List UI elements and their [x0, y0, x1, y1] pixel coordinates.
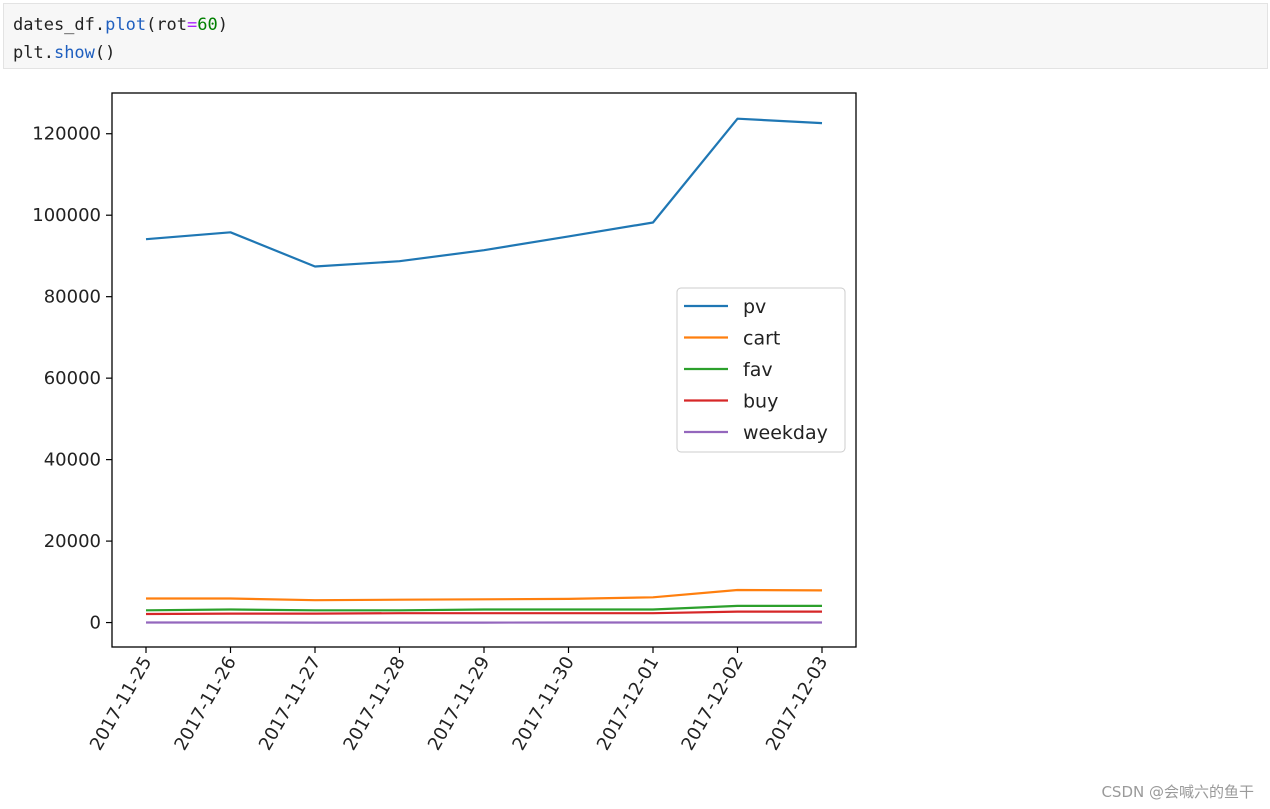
- x-tick-label: 2017-11-26: [170, 653, 240, 754]
- y-tick-label: 80000: [44, 287, 101, 308]
- code-token: show: [53, 43, 95, 63]
- code-token: plt.: [13, 43, 54, 63]
- y-tick-label: 120000: [32, 124, 101, 145]
- series-line-buy: [145, 610, 822, 616]
- code-line-show: plt.show(): [13, 39, 1267, 67]
- code-line-plot: dates_df.plot(rot=60): [13, 11, 1267, 39]
- code-token: (rot: [146, 15, 188, 35]
- line-chart: 0 20000 40000 60000 80000 100000 120000 2017-1…: [32, 92, 857, 754]
- x-tick-label: 2017-11-30: [508, 653, 578, 754]
- y-axis: 0 20000 40000 60000 80000 100000 120000: [32, 124, 112, 634]
- x-tick-label: 2017-11-28: [339, 653, 409, 754]
- legend-label-weekday: weekday: [743, 422, 828, 444]
- x-tick-label: 2017-12-03: [762, 653, 832, 754]
- y-tick-label: 20000: [44, 531, 101, 552]
- y-tick-label: 0: [90, 613, 101, 634]
- x-tick-label: 2017-11-27: [255, 653, 325, 754]
- code-token: 60: [197, 15, 218, 35]
- legend-label-pv: pv: [743, 296, 766, 318]
- legend-label-cart: cart: [743, 328, 780, 350]
- code-token: =: [187, 15, 198, 35]
- code-token: (): [94, 43, 116, 63]
- legend: pv cart fav buy weekday: [676, 287, 846, 453]
- x-tick-label: 2017-12-02: [677, 653, 747, 754]
- series-line-cart: [146, 588, 823, 602]
- legend-label-buy: buy: [743, 391, 778, 413]
- legend-label-fav: fav: [743, 359, 773, 381]
- x-axis: 2017-11-25 2017-11-26 2017-11-27 2017-11-28…: [86, 647, 832, 754]
- code-cell[interactable]: dates_df.plot(rot=60) plt.show(): [3, 3, 1268, 69]
- code-token: dates_df.: [13, 15, 106, 35]
- code-token: plot: [105, 15, 147, 35]
- y-tick-label: 100000: [32, 205, 101, 226]
- x-tick-label: 2017-11-29: [424, 653, 494, 754]
- series-line-pv: [145, 117, 823, 268]
- y-tick-label: 60000: [44, 368, 101, 389]
- watermark-text: CSDN @会喊六的鱼干: [1101, 783, 1254, 801]
- y-tick-label: 40000: [44, 450, 101, 471]
- series-line-fav: [145, 604, 822, 612]
- code-token: ): [217, 15, 229, 35]
- x-tick-label: 2017-12-01: [593, 653, 663, 754]
- x-tick-label: 2017-11-25: [86, 653, 156, 754]
